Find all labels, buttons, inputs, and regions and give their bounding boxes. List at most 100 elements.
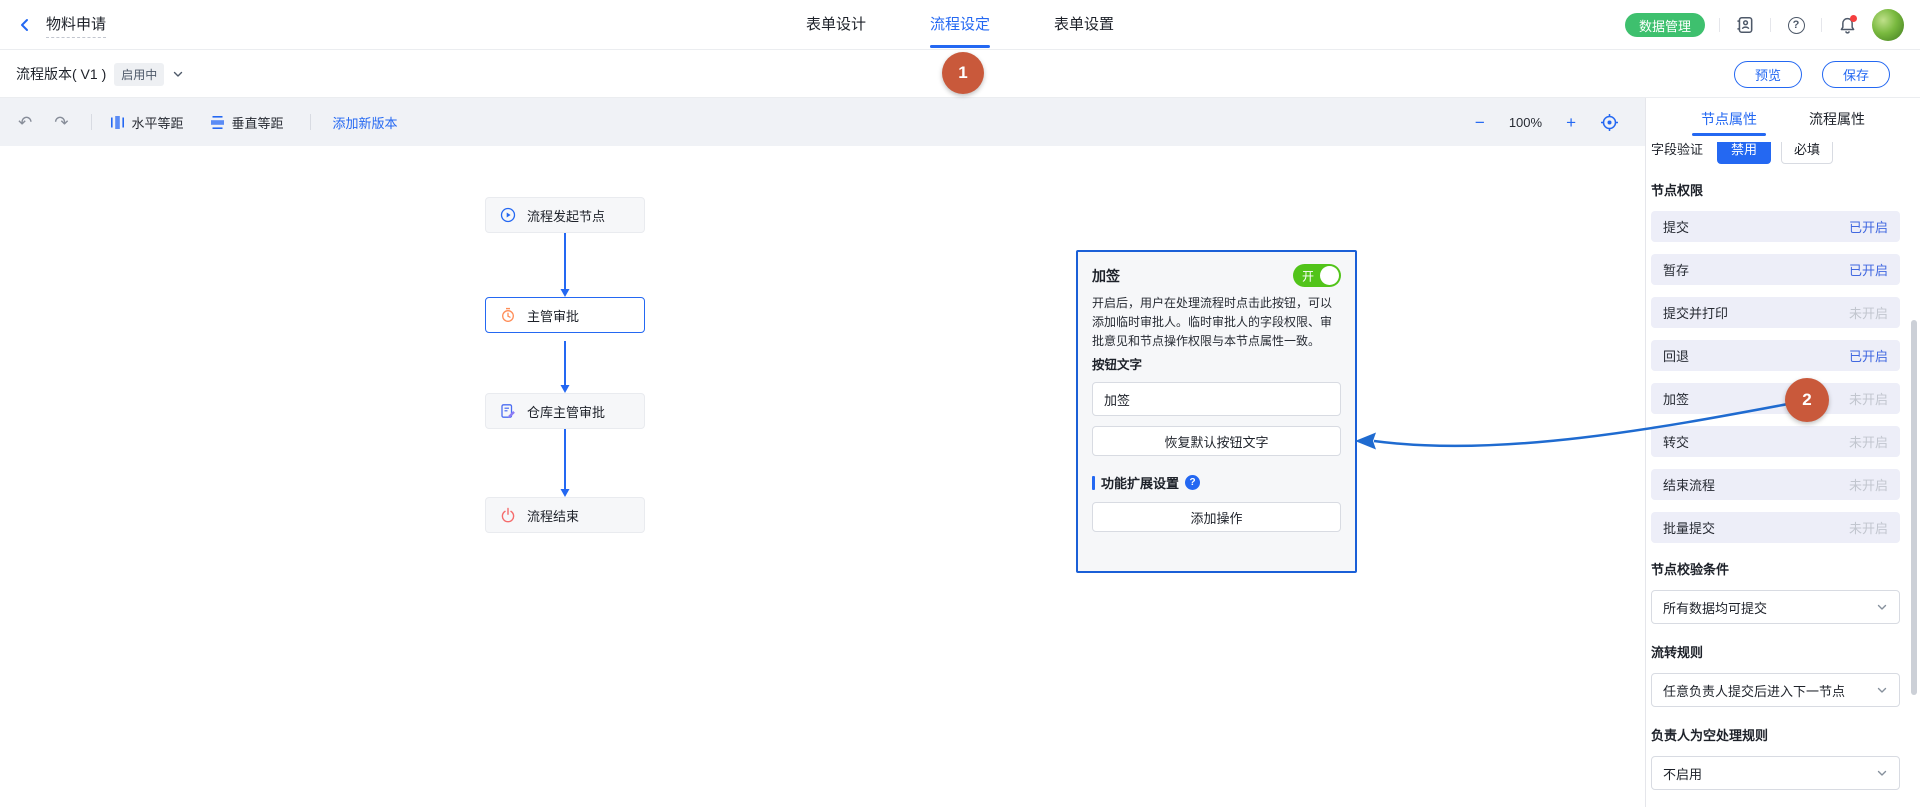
node-label: 流程发起节点 [527, 206, 605, 225]
zoom-out-icon[interactable]: − [1475, 114, 1485, 131]
timer-icon [500, 307, 516, 323]
notification-bell-icon[interactable] [1836, 14, 1858, 36]
chevron-down-icon[interactable] [172, 68, 184, 80]
permission-row-submit[interactable]: 提交 已开启 [1651, 211, 1900, 242]
button-text-input[interactable]: 加签 [1092, 382, 1341, 416]
annotation-step-1: 1 [942, 52, 984, 94]
node-permission-title: 节点权限 [1651, 180, 1900, 199]
sidebar-scrollbar[interactable] [1911, 320, 1917, 695]
properties-tabs: 节点属性 流程属性 [1646, 98, 1920, 142]
preview-button[interactable]: 预览 [1734, 61, 1802, 88]
extension-settings-title: 功能扩展设置 [1101, 473, 1179, 492]
version-label: 流程版本( V1 ) [16, 64, 106, 84]
contact-book-icon[interactable] [1734, 14, 1756, 36]
back-icon[interactable] [16, 16, 34, 34]
horizontal-spacing-label: 水平等距 [132, 113, 184, 132]
node-manager-approval[interactable]: 主管审批 [485, 297, 645, 333]
validation-title: 节点校验条件 [1651, 559, 1900, 578]
permission-row-transfer[interactable]: 转交 未开启 [1651, 426, 1900, 457]
permission-row-countersign[interactable]: 加签 未开启 [1651, 383, 1900, 414]
countersign-popup: 加签 开 开启后，用户在处理流程时点击此按钮，可以添加临时审批人。临时审批人的字… [1076, 250, 1357, 573]
vertical-spacing-icon [210, 115, 225, 130]
restore-default-button[interactable]: 恢复默认按钮文字 [1092, 426, 1341, 456]
toggle-knob [1320, 266, 1339, 285]
tab-flow-setting[interactable]: 流程设定 [930, 0, 990, 50]
tab-form-config[interactable]: 表单设置 [1054, 0, 1114, 50]
properties-panel: 节点属性 流程属性 字段验证 禁用 必填 节点权限 提交 已开启 暂存 已开启 … [1645, 98, 1920, 807]
zoom-in-icon[interactable]: + [1566, 114, 1576, 131]
redo-icon[interactable]: ↷ [54, 114, 68, 131]
tab-node-properties[interactable]: 节点属性 [1701, 98, 1757, 142]
undo-icon[interactable]: ↶ [18, 114, 32, 131]
save-button[interactable]: 保存 [1822, 61, 1890, 88]
help-icon[interactable]: ? [1785, 14, 1807, 36]
vertical-spacing-button[interactable]: 垂直等距 [210, 113, 284, 132]
countersign-toggle[interactable]: 开 [1293, 264, 1341, 287]
toggle-on-label: 开 [1302, 267, 1314, 284]
horizontal-spacing-icon [110, 115, 125, 130]
annotation-step-2: 2 [1785, 378, 1829, 422]
canvas-toolbar: ↶ ↷ 水平等距 垂直等距 添加新版本 − 100% + [0, 98, 1645, 146]
zoom-level: 100% [1509, 115, 1542, 130]
status-text: 未开启 [1849, 475, 1888, 494]
node-warehouse-approval[interactable]: 仓库主管审批 [485, 393, 645, 429]
permission-row-save-draft[interactable]: 暂存 已开启 [1651, 254, 1900, 285]
tab-flow-properties[interactable]: 流程属性 [1809, 98, 1865, 142]
chevron-down-icon [1876, 684, 1888, 696]
status-text: 已开启 [1849, 346, 1888, 365]
disable-option-button[interactable]: 禁用 [1717, 142, 1771, 164]
field-validation-label: 字段验证 [1651, 142, 1703, 158]
play-circle-icon [500, 207, 516, 223]
top-bar: 物料申请 表单设计 流程设定 表单设置 数据管理 ? [0, 0, 1920, 50]
status-text: 已开启 [1849, 217, 1888, 236]
node-start[interactable]: 流程发起节点 [485, 197, 645, 233]
status-text: 未开启 [1849, 303, 1888, 322]
document-edit-icon [500, 403, 516, 419]
chevron-down-icon [1876, 601, 1888, 613]
power-icon [500, 507, 516, 523]
page-title: 物料申请 [46, 13, 106, 38]
popup-description: 开启后，用户在处理流程时点击此按钮，可以添加临时审批人。临时审批人的字段权限、审… [1092, 294, 1341, 351]
flow-rule-title: 流转规则 [1651, 642, 1900, 661]
data-manage-button[interactable]: 数据管理 [1625, 13, 1705, 37]
permission-row-rollback[interactable]: 回退 已开启 [1651, 340, 1900, 371]
status-text: 未开启 [1849, 389, 1888, 408]
required-option-button[interactable]: 必填 [1781, 142, 1833, 164]
node-label: 流程结束 [527, 506, 579, 525]
status-text: 已开启 [1849, 260, 1888, 279]
clipped-field-row: 字段验证 禁用 必填 [1651, 142, 1900, 164]
divider [310, 114, 311, 130]
divider [91, 114, 92, 130]
node-label: 主管审批 [527, 306, 579, 325]
add-version-link[interactable]: 添加新版本 [333, 113, 398, 132]
main-tabs: 表单设计 流程设定 表单设置 [774, 0, 1146, 50]
section-accent-bar [1092, 476, 1095, 490]
node-end[interactable]: 流程结束 [485, 497, 645, 533]
status-text: 未开启 [1849, 518, 1888, 537]
notification-dot [1850, 15, 1857, 22]
permission-row-batch-submit[interactable]: 批量提交 未开启 [1651, 512, 1900, 543]
add-action-button[interactable]: 添加操作 [1092, 502, 1341, 532]
empty-owner-dropdown[interactable]: 不启用 [1651, 756, 1900, 790]
validation-dropdown[interactable]: 所有数据均可提交 [1651, 590, 1900, 624]
tab-form-design[interactable]: 表单设计 [806, 0, 866, 50]
flow-connectors [0, 146, 1645, 807]
divider [1821, 18, 1822, 32]
status-text: 未开启 [1849, 432, 1888, 451]
horizontal-spacing-button[interactable]: 水平等距 [110, 113, 184, 132]
empty-owner-title: 负责人为空处理规则 [1651, 725, 1900, 744]
vertical-spacing-label: 垂直等距 [232, 113, 284, 132]
divider [1770, 18, 1771, 32]
question-circle-icon[interactable]: ? [1185, 475, 1200, 490]
popup-title: 加签 [1092, 266, 1120, 286]
status-badge: 启用中 [114, 63, 164, 86]
permission-row-submit-print[interactable]: 提交并打印 未开启 [1651, 297, 1900, 328]
node-label: 仓库主管审批 [527, 402, 605, 421]
avatar[interactable] [1872, 9, 1904, 41]
flow-rule-dropdown[interactable]: 任意负责人提交后进入下一节点 [1651, 673, 1900, 707]
flow-canvas[interactable]: 流程发起节点 主管审批 仓库主管审批 流程结束 [0, 146, 1645, 807]
permission-row-end-flow[interactable]: 结束流程 未开启 [1651, 469, 1900, 500]
chevron-down-icon [1876, 767, 1888, 779]
fit-view-icon[interactable] [1600, 113, 1619, 132]
divider [1719, 18, 1720, 32]
